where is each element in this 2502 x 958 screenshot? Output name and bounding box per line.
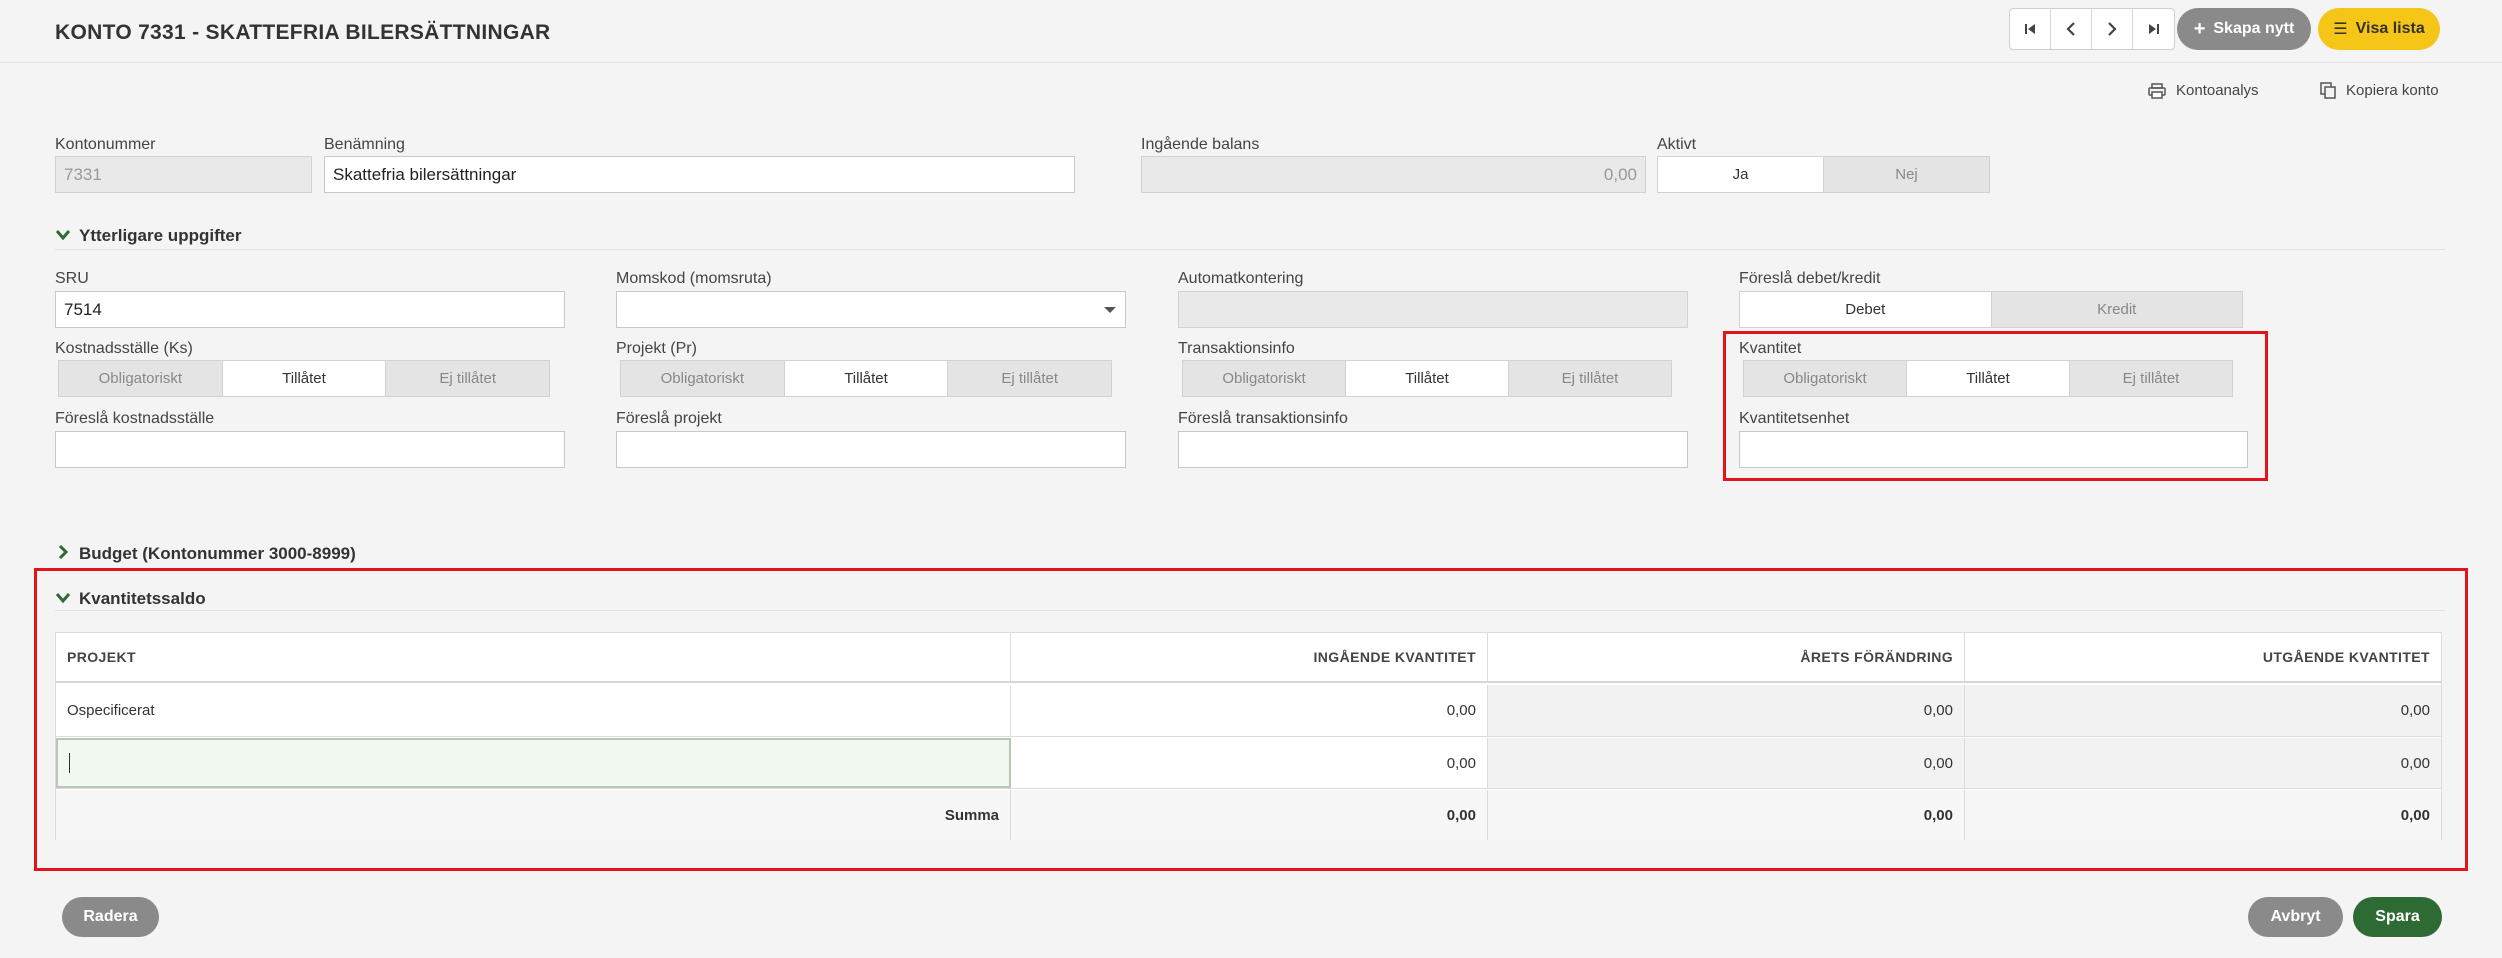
opening-balance-field: 0,00 bbox=[1141, 156, 1646, 193]
vat-code-select[interactable] bbox=[616, 291, 1126, 328]
cost-center-label: Kostnadsställe (Ks) bbox=[55, 340, 193, 357]
first-icon bbox=[2025, 24, 2035, 34]
active-yes-option[interactable]: Ja bbox=[1658, 157, 1824, 192]
credit-option[interactable]: Kredit bbox=[1992, 292, 2243, 327]
suggest-project-field[interactable] bbox=[616, 431, 1126, 468]
allowed-option[interactable]: Tillåtet bbox=[1346, 361, 1509, 396]
not-allowed-option[interactable]: Ej tillåtet bbox=[948, 361, 1111, 396]
page-header: KONTO 7331 - SKATTEFRIA BILERSÄTTNINGAR … bbox=[0, 0, 2502, 63]
plus-icon: + bbox=[2193, 18, 2206, 40]
chevron-down-icon bbox=[55, 228, 71, 245]
save-button[interactable]: Spara bbox=[2353, 897, 2442, 937]
chevron-left-icon bbox=[2066, 22, 2075, 36]
project-label: Projekt (Pr) bbox=[616, 340, 697, 357]
auto-posting-label: Automatkontering bbox=[1178, 270, 1304, 287]
chevron-right-icon bbox=[55, 544, 71, 563]
account-analysis-link[interactable]: Kontoanalys bbox=[2148, 82, 2259, 99]
active-label: Aktivt bbox=[1657, 136, 1697, 153]
auto-posting-field bbox=[1178, 291, 1688, 328]
divider bbox=[55, 249, 2445, 250]
project-permission: Obligatoriskt Tillåtet Ej tillåtet bbox=[620, 360, 1112, 397]
active-toggle: Ja Nej bbox=[1657, 156, 1990, 193]
mandatory-option[interactable]: Obligatoriskt bbox=[1183, 361, 1346, 396]
chevron-right-icon bbox=[2108, 22, 2117, 36]
suggest-project-label: Föreslå projekt bbox=[616, 410, 722, 427]
first-record-button[interactable] bbox=[2010, 9, 2051, 49]
suggest-transaction-info-label: Föreslå transaktionsinfo bbox=[1178, 410, 1348, 427]
allowed-option[interactable]: Tillåtet bbox=[222, 361, 387, 396]
create-new-button[interactable]: + Skapa nytt bbox=[2177, 8, 2311, 50]
printer-icon bbox=[2148, 82, 2166, 99]
highlight-box bbox=[34, 568, 2468, 871]
details-section-header[interactable]: Ytterligare uppgifter bbox=[55, 226, 241, 246]
record-navigation bbox=[2009, 8, 2175, 50]
opening-balance-label: Ingående balans bbox=[1141, 136, 1260, 153]
last-record-button[interactable] bbox=[2133, 9, 2174, 49]
vat-code-label: Momskod (momsruta) bbox=[616, 270, 772, 287]
copy-icon bbox=[2320, 82, 2336, 99]
debit-option[interactable]: Debet bbox=[1740, 292, 1992, 327]
mandatory-option[interactable]: Obligatoriskt bbox=[59, 361, 223, 396]
account-number-label: Kontonummer bbox=[55, 136, 156, 153]
not-allowed-option[interactable]: Ej tillåtet bbox=[386, 361, 549, 396]
suggest-debit-credit-label: Föreslå debet/kredit bbox=[1739, 270, 1881, 287]
show-list-button[interactable]: ☰ Visa lista bbox=[2318, 8, 2440, 50]
suggest-transaction-info-field[interactable] bbox=[1178, 431, 1688, 468]
cancel-button[interactable]: Avbryt bbox=[2248, 897, 2343, 937]
caret-down-icon bbox=[1104, 306, 1116, 313]
allowed-option[interactable]: Tillåtet bbox=[784, 361, 949, 396]
budget-section-header[interactable]: Budget (Kontonummer 3000-8999) bbox=[55, 544, 356, 564]
suggest-cost-center-field[interactable] bbox=[55, 431, 565, 468]
not-allowed-option[interactable]: Ej tillåtet bbox=[1509, 361, 1671, 396]
sru-field[interactable]: 7514 bbox=[55, 291, 565, 328]
sru-label: SRU bbox=[55, 270, 89, 287]
account-number-field: 7331 bbox=[55, 156, 312, 193]
transaction-info-label: Transaktionsinfo bbox=[1178, 340, 1295, 357]
account-name-label: Benämning bbox=[324, 136, 405, 153]
active-no-option[interactable]: Nej bbox=[1824, 157, 1989, 192]
cost-center-permission: Obligatoriskt Tillåtet Ej tillåtet bbox=[58, 360, 550, 397]
next-record-button[interactable] bbox=[2092, 9, 2133, 49]
previous-record-button[interactable] bbox=[2051, 9, 2092, 49]
transaction-info-permission: Obligatoriskt Tillåtet Ej tillåtet bbox=[1182, 360, 1672, 397]
page-title: KONTO 7331 - SKATTEFRIA BILERSÄTTNINGAR bbox=[55, 21, 551, 44]
last-icon bbox=[2148, 24, 2159, 34]
list-icon: ☰ bbox=[2333, 21, 2348, 38]
account-name-field[interactable]: Skattefria bilersättningar bbox=[324, 156, 1075, 193]
mandatory-option[interactable]: Obligatoriskt bbox=[621, 361, 785, 396]
delete-button[interactable]: Radera bbox=[62, 897, 159, 937]
suggest-cost-center-label: Föreslå kostnadsställe bbox=[55, 410, 215, 427]
debit-credit-toggle: Debet Kredit bbox=[1739, 291, 2243, 328]
highlight-box bbox=[1723, 331, 2268, 481]
copy-account-link[interactable]: Kopiera konto bbox=[2320, 82, 2439, 99]
